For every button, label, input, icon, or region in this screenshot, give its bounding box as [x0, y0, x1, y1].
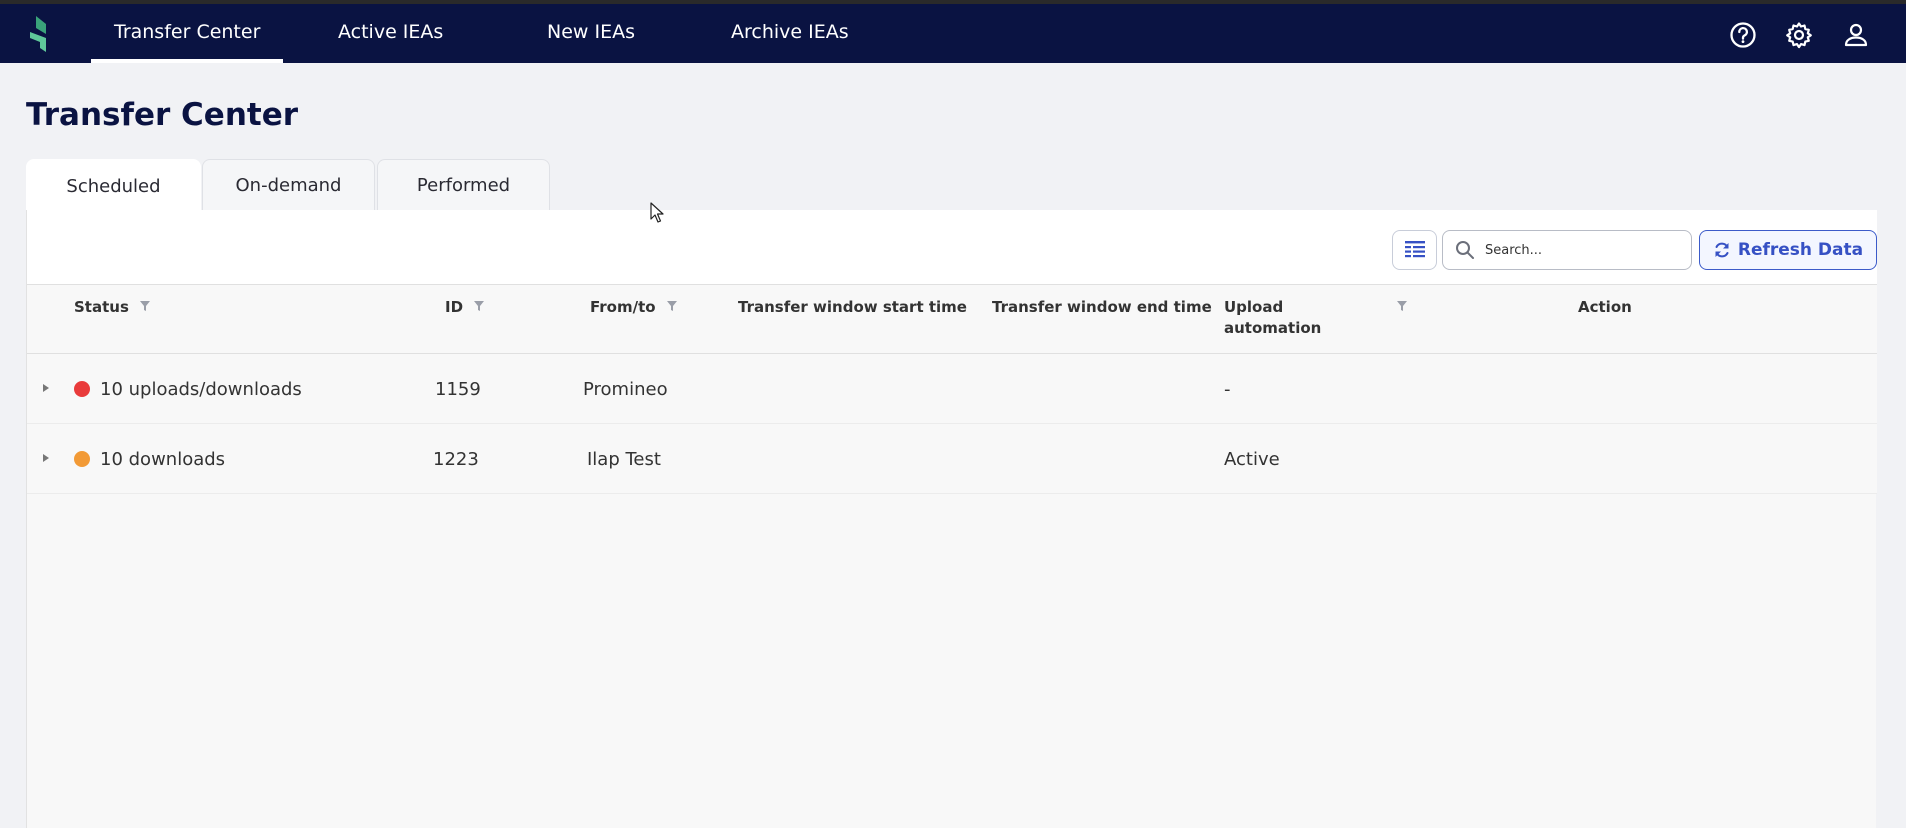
column-header-action: Action — [1578, 297, 1632, 318]
expand-row-icon[interactable] — [41, 452, 51, 464]
column-label: From/to — [590, 298, 656, 316]
table-row[interactable]: 10 uploads/downloads 1159 Promineo - — [27, 354, 1877, 424]
search-box — [1442, 230, 1692, 270]
nav-tab-active-ieas[interactable]: Active IEAs — [338, 4, 443, 63]
tab-scheduled[interactable]: Scheduled — [26, 159, 201, 212]
column-header-window-start[interactable]: Transfer window start time — [738, 297, 967, 318]
filter-icon[interactable] — [666, 300, 678, 312]
status-cell: 10 uploads/downloads — [74, 354, 302, 424]
top-nav-bar: Transfer Center Active IEAs New IEAs Arc… — [0, 0, 1906, 63]
transfer-panel: Refresh Data Status ID From/to Transfer … — [26, 210, 1877, 828]
nav-tab-new-ieas[interactable]: New IEAs — [547, 4, 635, 63]
refresh-data-button[interactable]: Refresh Data — [1699, 230, 1877, 270]
column-header-from-to[interactable]: From/to — [590, 297, 678, 318]
column-header-window-end[interactable]: Transfer window end time — [992, 297, 1212, 318]
nav-tab-archive-ieas[interactable]: Archive IEAs — [731, 4, 849, 63]
column-label: Status — [74, 298, 129, 316]
gear-icon[interactable] — [1784, 20, 1814, 50]
column-header-status[interactable]: Status — [74, 297, 151, 318]
help-icon[interactable] — [1728, 20, 1758, 50]
app-logo-icon[interactable] — [30, 14, 54, 54]
refresh-button-label: Refresh Data — [1737, 240, 1864, 260]
status-text: 10 uploads/downloads — [100, 378, 302, 400]
filter-icon[interactable] — [473, 300, 485, 312]
table-toolbar: Refresh Data — [27, 210, 1877, 284]
nav-tab-label: New IEAs — [547, 21, 635, 43]
search-input[interactable] — [1485, 242, 1685, 258]
columns-list-icon — [1404, 241, 1425, 258]
status-text: 10 downloads — [100, 448, 226, 470]
nav-tab-label: Transfer Center — [114, 21, 261, 43]
status-dot — [74, 451, 90, 467]
page-title: Transfer Center — [26, 97, 299, 133]
table-row[interactable]: 10 downloads 1223 Ilap Test Active — [27, 424, 1877, 494]
column-header-id[interactable]: ID — [445, 297, 485, 318]
user-icon[interactable] — [1841, 20, 1871, 50]
id-cell: 1159 — [435, 378, 481, 400]
nav-tab-label: Active IEAs — [338, 21, 444, 43]
filter-icon[interactable] — [1396, 300, 1408, 312]
nav-tab-transfer-center[interactable]: Transfer Center — [90, 4, 284, 63]
column-label: Transfer window start time — [738, 298, 967, 316]
tab-label: Performed — [416, 174, 511, 196]
tab-label: Scheduled — [66, 175, 161, 197]
column-chooser-button[interactable] — [1392, 230, 1437, 270]
column-header-upload-automation[interactable]: Upload automation — [1224, 297, 1424, 339]
filter-icon[interactable] — [139, 300, 151, 312]
column-label: Transfer window end time — [992, 298, 1212, 316]
upload-automation-cell: - — [1224, 378, 1231, 400]
from-to-cell: Ilap Test — [587, 448, 661, 470]
tab-performed[interactable]: Performed — [377, 159, 550, 210]
tab-on-demand[interactable]: On-demand — [202, 159, 375, 210]
column-label: Action — [1578, 298, 1632, 316]
refresh-icon — [1715, 242, 1729, 258]
upload-automation-cell: Active — [1224, 448, 1280, 470]
status-cell: 10 downloads — [74, 424, 225, 494]
column-label: ID — [445, 298, 464, 316]
expand-row-icon[interactable] — [41, 382, 51, 394]
tab-label: On-demand — [235, 174, 342, 196]
column-label: Upload automation — [1224, 298, 1322, 337]
mouse-cursor-icon — [650, 202, 664, 223]
nav-tab-label: Archive IEAs — [731, 21, 849, 43]
from-to-cell: Promineo — [583, 378, 668, 400]
table-header: Status ID From/to Transfer window start … — [27, 284, 1877, 354]
id-cell: 1223 — [433, 448, 479, 470]
status-dot — [74, 381, 90, 397]
search-icon — [1456, 241, 1474, 259]
